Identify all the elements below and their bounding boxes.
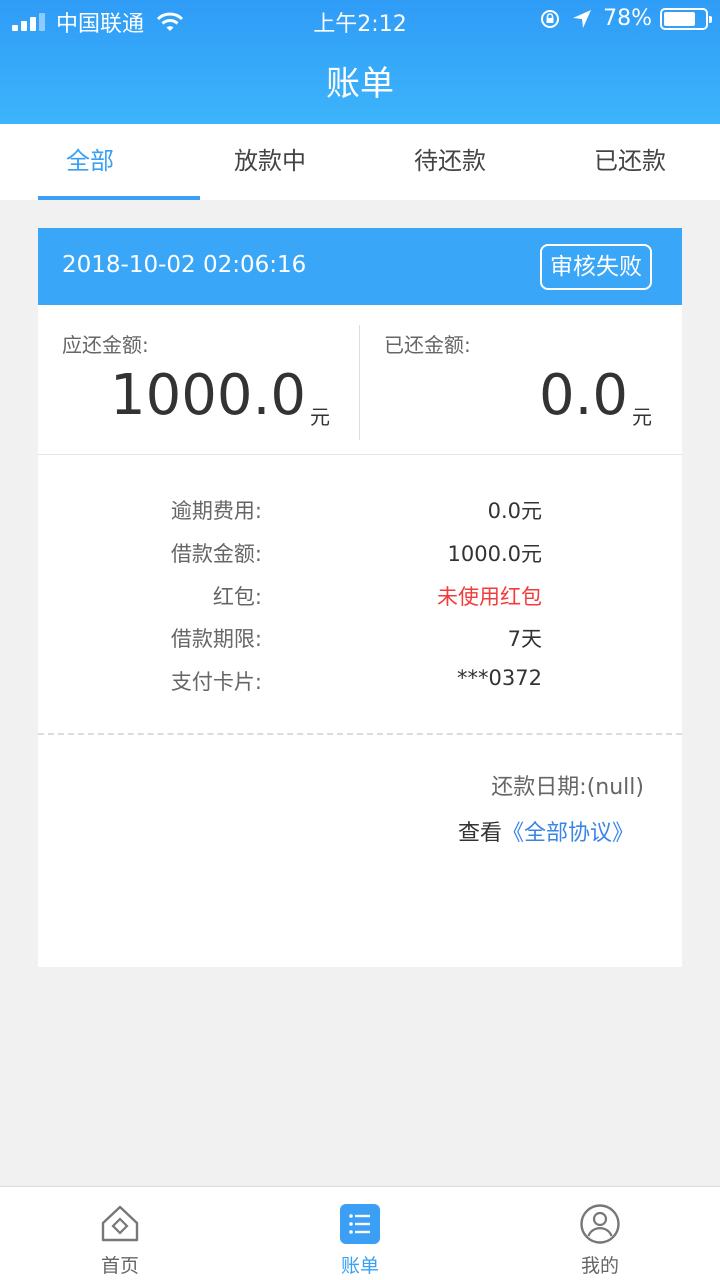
detail-value: ***0372 <box>457 666 542 690</box>
tab-pending-repayment[interactable]: 待还款 <box>360 124 540 200</box>
rotation-lock-icon <box>541 9 560 28</box>
nav-home-label: 首页 <box>100 1255 139 1277</box>
location-icon <box>573 9 592 28</box>
tab-repaid[interactable]: 已还款 <box>540 124 720 200</box>
agreement-prefix: 查看 <box>457 821 502 846</box>
detail-label: 逾期费用: <box>170 499 262 523</box>
battery-icon <box>660 7 712 30</box>
detail-value: 7天 <box>507 627 542 651</box>
home-icon <box>101 1205 139 1242</box>
paid-amount-block: 已还金额: 0.0 元 <box>360 305 682 455</box>
nav-bill[interactable]: 账单 <box>240 1187 480 1280</box>
detail-label: 红包: <box>212 585 262 609</box>
nav-profile-label: 我的 <box>580 1255 619 1277</box>
bill-card[interactable]: 2018-10-02 02:06:16 审核失败 应还金额: 1000.0 元 … <box>38 228 682 967</box>
tab-disbursing[interactable]: 放款中 <box>180 124 360 200</box>
profile-icon <box>580 1204 620 1244</box>
paid-amount-label: 已还金额: <box>384 333 471 357</box>
bill-datetime: 2018-10-02 02:06:16 <box>62 252 307 278</box>
agreement-link[interactable]: 《全部协议》 <box>502 821 634 846</box>
due-amount-unit: 元 <box>310 405 330 429</box>
bill-card-header: 2018-10-02 02:06:16 审核失败 <box>38 228 682 305</box>
bill-details: 逾期费用: 0.0元 借款金额: 1000.0元 红包: 未使用红包 借款期限:… <box>38 455 682 735</box>
bill-list-icon <box>340 1204 380 1244</box>
due-amount-label: 应还金额: <box>62 333 149 357</box>
nav-profile[interactable]: 我的 <box>480 1187 720 1280</box>
detail-row-red-packet: 红包: 未使用红包 <box>38 581 682 621</box>
bottom-nav: 首页 账单 我的 <box>0 1186 720 1280</box>
nav-bill-label: 账单 <box>340 1255 379 1277</box>
status-badge: 审核失败 <box>540 244 652 290</box>
detail-value: 未使用红包 <box>437 585 542 609</box>
due-amount-block: 应还金额: 1000.0 元 <box>38 305 360 455</box>
amount-summary: 应还金额: 1000.0 元 已还金额: 0.0 元 <box>38 305 682 455</box>
bill-tabs: 全部 放款中 待还款 已还款 <box>0 124 720 200</box>
due-amount-value: 1000.0 <box>110 363 306 428</box>
paid-amount-unit: 元 <box>632 405 652 429</box>
detail-value: 1000.0元 <box>447 542 542 566</box>
detail-row-payment-card: 支付卡片: ***0372 <box>38 666 682 706</box>
detail-row-overdue-fee: 逾期费用: 0.0元 <box>38 495 682 535</box>
detail-label: 借款金额: <box>170 542 262 566</box>
agreement-line: 查看《全部协议》 <box>458 815 634 847</box>
app-header: 中国联通 上午2:12 78% 账单 <box>0 0 720 124</box>
status-bar: 中国联通 上午2:12 78% <box>0 0 720 40</box>
repay-date: 还款日期:(null) <box>491 775 644 800</box>
detail-row-loan-amount: 借款金额: 1000.0元 <box>38 538 682 578</box>
detail-label: 借款期限: <box>170 627 262 651</box>
detail-row-loan-term: 借款期限: 7天 <box>38 623 682 663</box>
bill-footer: 还款日期:(null) 查看《全部协议》 <box>38 735 682 965</box>
page-title: 账单 <box>326 64 394 104</box>
battery-percent: 78% <box>603 6 652 31</box>
detail-label: 支付卡片: <box>170 670 262 694</box>
detail-value: 0.0元 <box>487 499 542 523</box>
nav-home[interactable]: 首页 <box>0 1187 240 1280</box>
paid-amount-value: 0.0 <box>538 363 628 428</box>
tab-all[interactable]: 全部 <box>0 124 200 200</box>
